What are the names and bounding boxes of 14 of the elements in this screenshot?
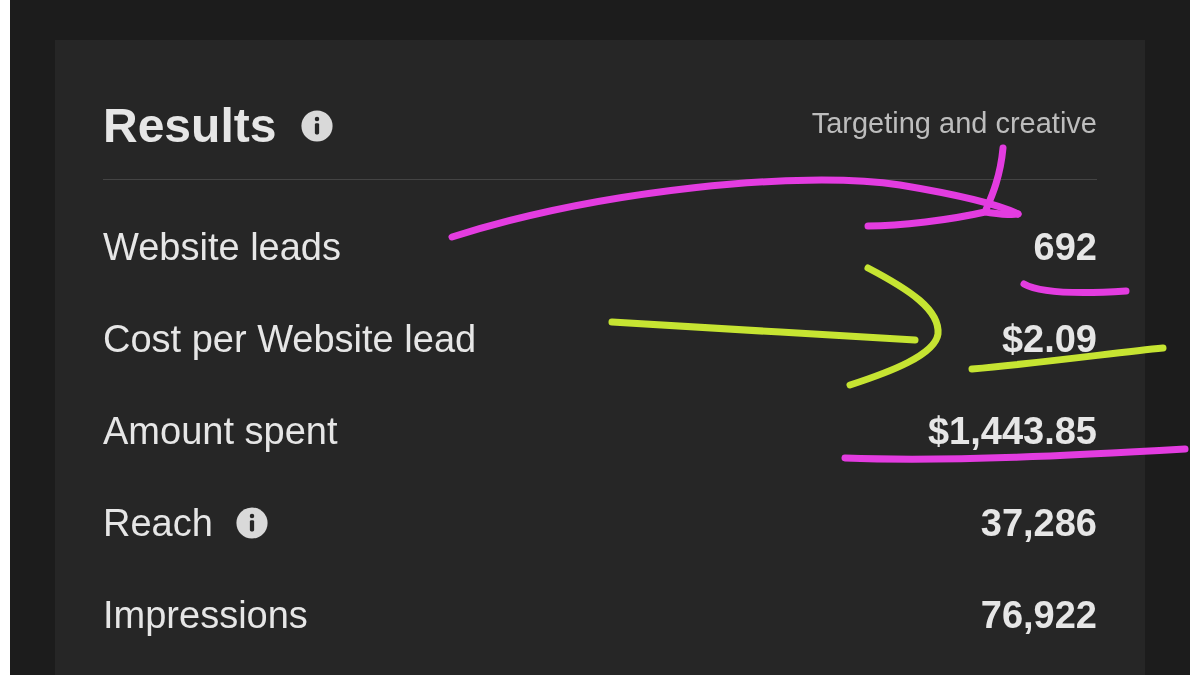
metric-value: $2.09	[1001, 316, 1097, 362]
info-icon[interactable]	[234, 506, 269, 540]
metric-label: Impressions	[103, 592, 308, 638]
metric-value: 76,922	[980, 592, 1097, 638]
metric-value: 37,286	[980, 500, 1097, 546]
info-icon[interactable]	[300, 108, 335, 143]
subtitle[interactable]: Targeting and creative	[811, 101, 1097, 146]
metric-value: $1,443.85	[927, 408, 1097, 454]
metric-label: Amount spent	[103, 408, 338, 454]
metric-label: Website leads	[103, 224, 341, 270]
metric-label: Reach	[103, 500, 213, 546]
card-title: Results	[103, 97, 277, 154]
metric-label: Cost per Website lead	[103, 316, 477, 362]
metric-value: 692	[1033, 224, 1097, 270]
